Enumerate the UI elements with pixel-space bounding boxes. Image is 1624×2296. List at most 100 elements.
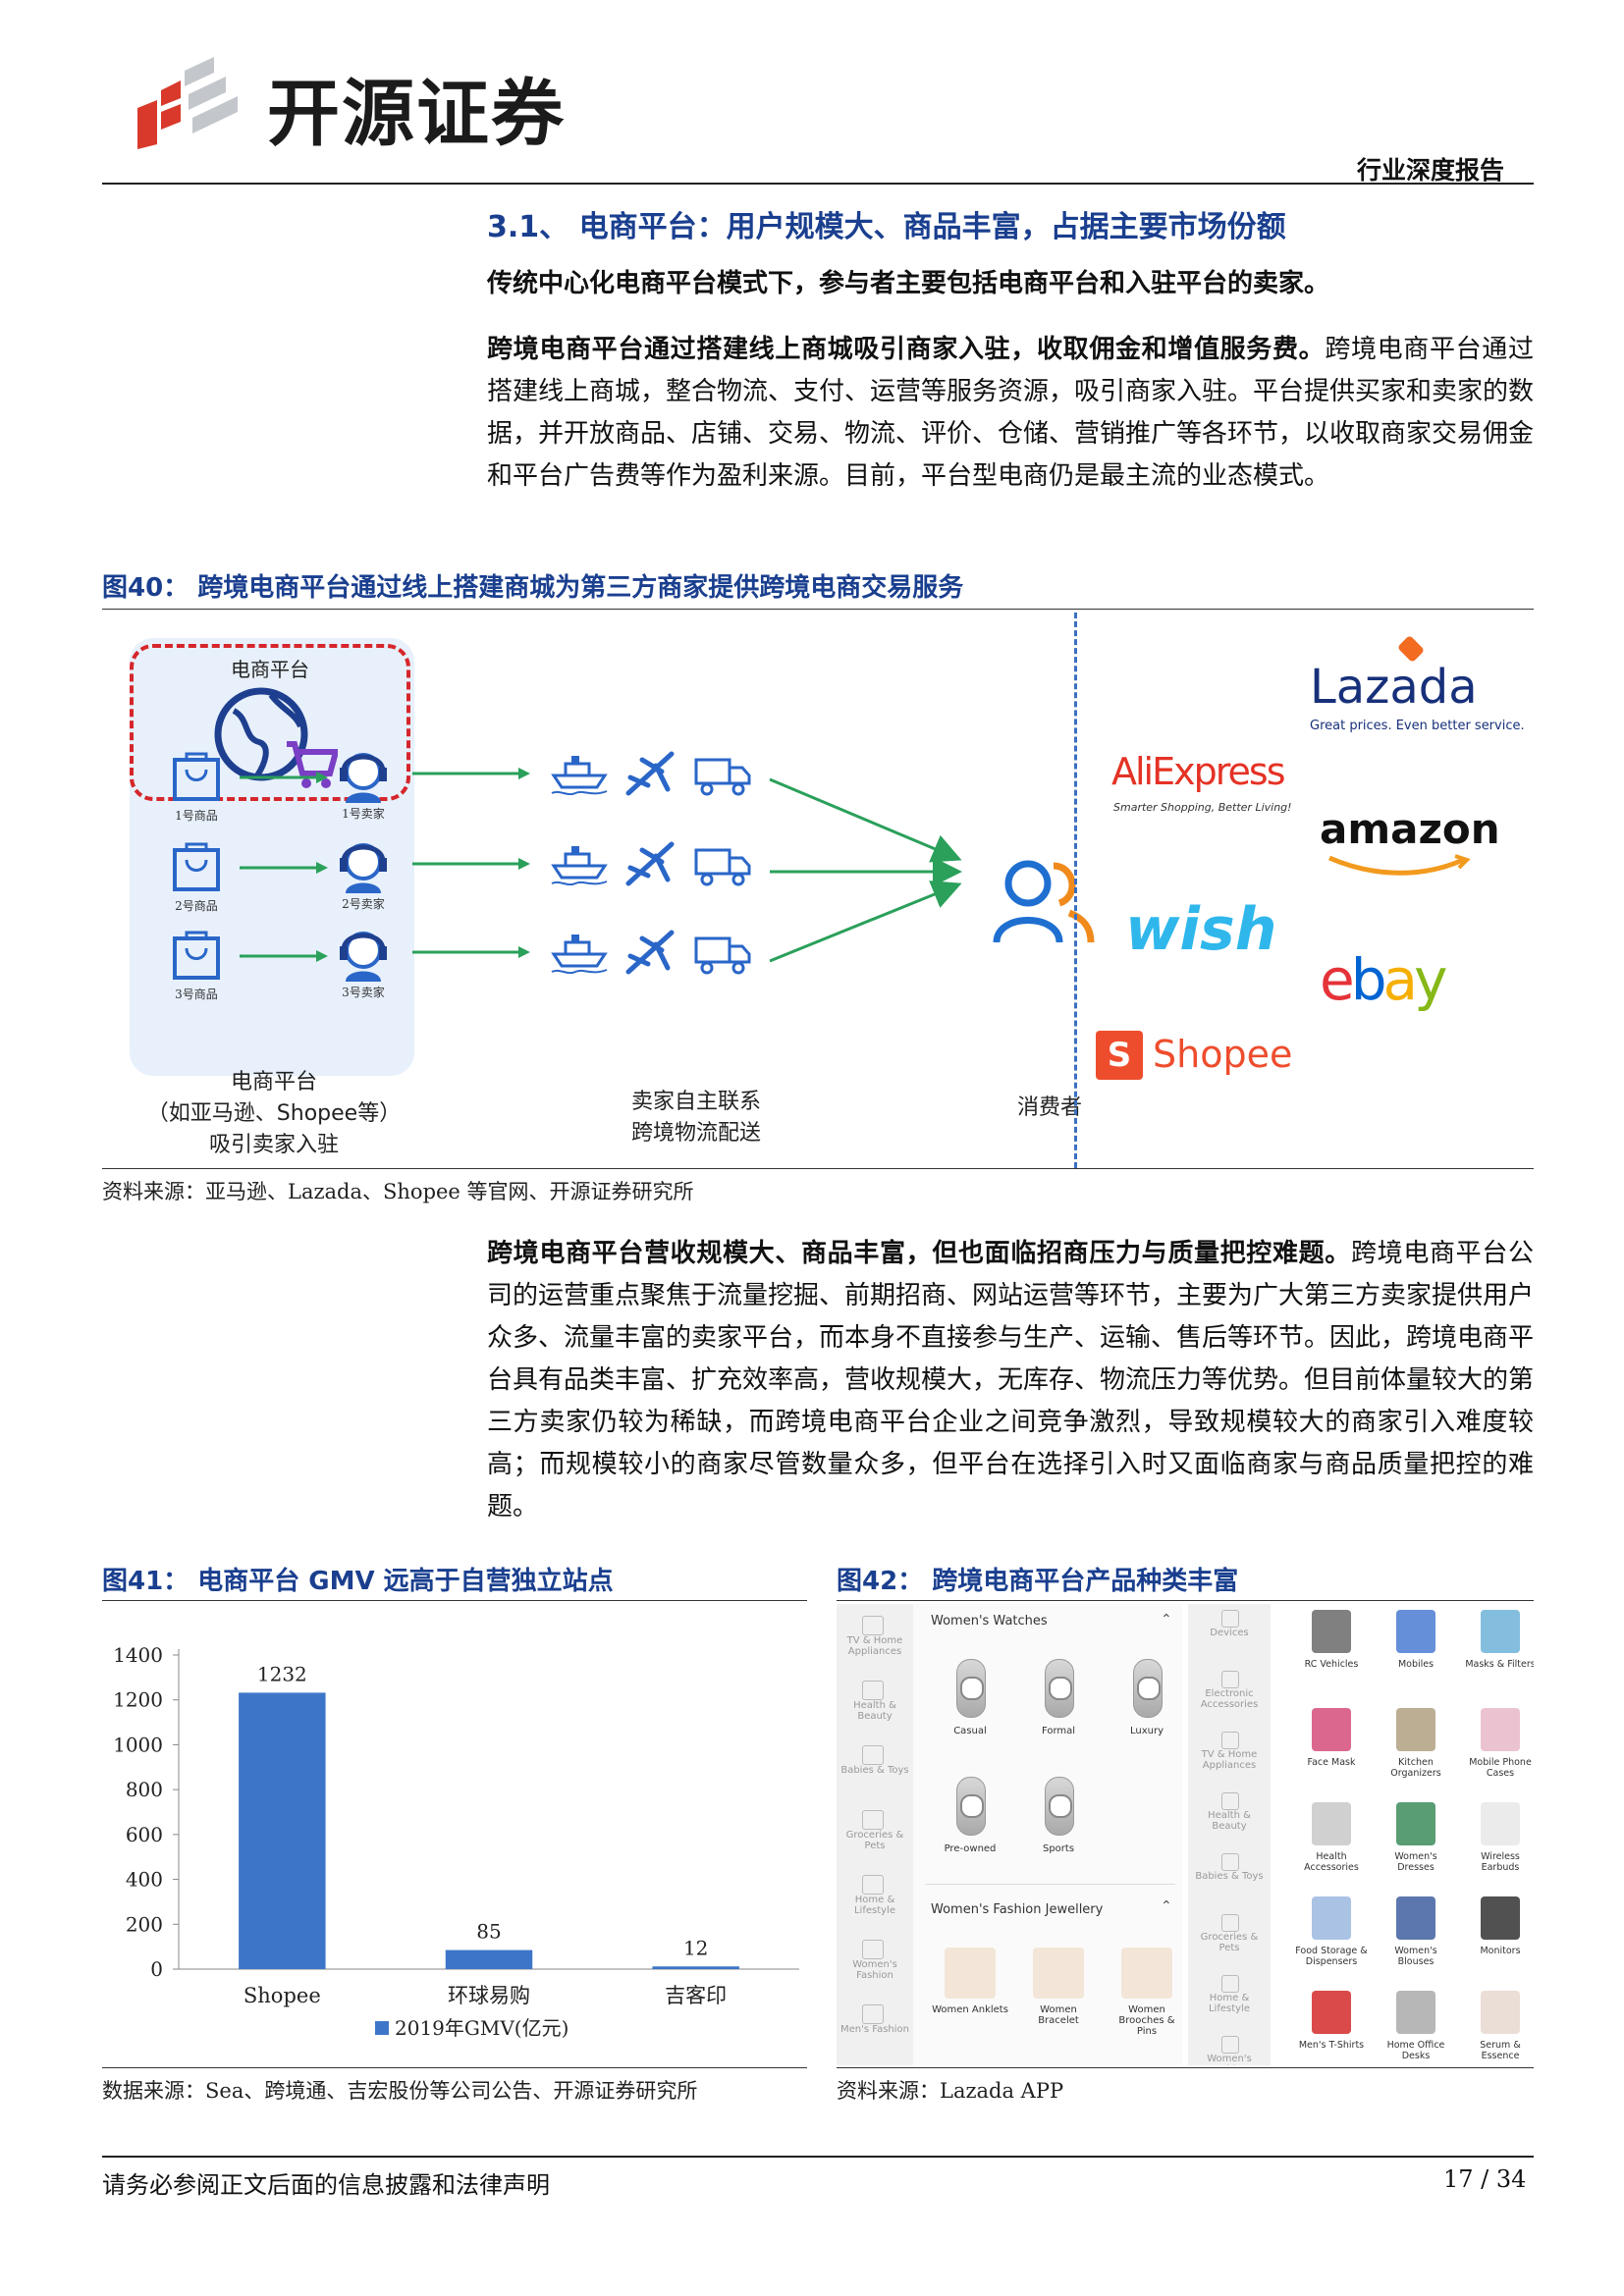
y-tick-label: 1200 <box>113 1688 163 1712</box>
sidebar-category[interactable]: Women's Fashion <box>839 1959 911 1981</box>
product-image[interactable] <box>1396 1896 1435 1940</box>
product-image[interactable] <box>1481 1802 1520 1845</box>
product-label[interactable]: Serum & Essence <box>1461 2040 1534 2061</box>
seller-headset-icon <box>334 925 393 984</box>
fig42-top-rule <box>837 1600 1534 1601</box>
jewel-label[interactable]: Women Anklets <box>931 2004 1009 2015</box>
product-image[interactable] <box>1481 1708 1520 1751</box>
lazada-logo: Lazada Great prices. Even better service… <box>1310 634 1536 738</box>
jewel-image[interactable] <box>1121 1948 1172 1999</box>
product-label[interactable]: Mobile Phone Cases <box>1461 1757 1534 1779</box>
sidebar-category[interactable]: Groceries & Pets <box>839 1830 911 1851</box>
truck-icon <box>693 933 752 976</box>
jewel-label[interactable]: Women Brooches & Pins <box>1108 2004 1186 2037</box>
category-icon <box>862 1681 884 1700</box>
y-tick-label: 200 <box>126 1912 163 1936</box>
product-image[interactable] <box>1481 1991 1520 2034</box>
product-image[interactable] <box>1481 1610 1520 1653</box>
seller-label: 2号卖家 <box>342 897 385 911</box>
sidebar-category[interactable]: Health & Beauty <box>1190 1810 1269 1832</box>
y-tick-label: 600 <box>126 1823 163 1846</box>
sidebar-category[interactable]: Babies & Toys <box>1190 1871 1269 1882</box>
ship-icon <box>550 750 609 796</box>
sidebar-category[interactable]: Home & Lifestyle <box>839 1895 911 1916</box>
truck-icon <box>693 844 752 887</box>
lazada-app-screenshot: TV & Home Appliances Health & Beauty Babie… <box>837 1604 1534 2065</box>
product-image[interactable] <box>1312 1896 1351 1940</box>
consumer-arrows <box>769 777 962 963</box>
watch-label[interactable]: Formal <box>1019 1726 1098 1736</box>
watch-label[interactable]: Luxury <box>1108 1726 1186 1736</box>
brand-divider <box>1074 613 1077 1168</box>
product-image[interactable] <box>1312 1708 1351 1751</box>
aliexpress-logo: AliExpress Smarter Shopping, Better Livi… <box>1111 750 1308 828</box>
cap-logistics-1: 卖家自主联系 <box>630 1090 761 1114</box>
product-label[interactable]: Women's Dresses <box>1377 1851 1455 1873</box>
sidebar-category[interactable]: Babies & Toys <box>839 1765 911 1776</box>
fig40-title: 图40： 跨境电商平台通过线上搭建商城为第三方商家提供跨境电商交易服务 <box>102 573 964 603</box>
aliexpress-tagline: Smarter Shopping, Better Living! <box>1113 801 1292 814</box>
watch-label[interactable]: Sports <box>1019 1843 1098 1854</box>
fig40-top-rule <box>102 609 1534 610</box>
product-label[interactable]: Food Storage & Dispensers <box>1292 1946 1371 1967</box>
bar <box>652 1966 739 1969</box>
paragraph-3-text: 跨境电商平台公司的运营重点聚焦于流量挖掘、前期招商、网站运营等环节，主要为广大第… <box>487 1239 1535 1522</box>
sidebar-category[interactable]: Health & Beauty <box>839 1700 911 1722</box>
product-label[interactable]: RC Vehicles <box>1292 1659 1371 1670</box>
sidebar-category[interactable]: TV & Home Appliances <box>839 1635 911 1657</box>
product-label[interactable]: Monitors <box>1461 1946 1534 1956</box>
product-label[interactable]: Kitchen Organizers <box>1377 1757 1455 1779</box>
category-icon <box>862 2004 884 2024</box>
product-label[interactable]: Health Accessories <box>1292 1851 1371 1873</box>
bar <box>239 1692 326 1969</box>
sidebar-category[interactable]: Devices <box>1190 1628 1269 1638</box>
category-icon <box>862 1810 884 1830</box>
ebay-letter-b: b <box>1350 946 1387 1013</box>
product-label[interactable]: Men's T-Shirts <box>1292 2040 1371 2051</box>
sidebar-category[interactable]: TV & Home Appliances <box>1190 1749 1269 1771</box>
product-image[interactable] <box>1396 1991 1435 2034</box>
collapse-chevron-icon[interactable]: ⌃ <box>1161 1612 1172 1628</box>
product-label[interactable]: Women's Blouses <box>1377 1946 1455 1967</box>
product-label[interactable]: Home Office Desks <box>1377 2040 1455 2061</box>
seller-to-logistics-arrow <box>412 766 530 779</box>
header-rule <box>102 183 1534 185</box>
sidebar-category[interactable]: Electronic Accessories <box>1190 1688 1269 1710</box>
lazada-wordmark: Lazada <box>1310 660 1478 715</box>
watch-label[interactable]: Casual <box>931 1726 1009 1736</box>
amazon-logo: amazon <box>1320 805 1500 883</box>
jewel-label[interactable]: Women Bracelet <box>1019 2004 1098 2026</box>
product-image[interactable] <box>1396 1802 1435 1845</box>
collapse-chevron-icon[interactable]: ⌃ <box>1161 1898 1172 1914</box>
sidebar-category[interactable]: Men's Fashion <box>839 2024 911 2035</box>
truck-icon <box>693 754 752 797</box>
category-icon <box>1221 1610 1239 1628</box>
watch-face-icon <box>1049 1677 1072 1700</box>
category-icon <box>1221 1732 1239 1749</box>
product-image[interactable] <box>1481 1896 1520 1940</box>
product-image[interactable] <box>1312 1991 1351 2034</box>
gmv-bar-chart: 0 200 400 600 800 1000 1200 1400 1232 Shopee 85 环球易… <box>113 1643 799 2040</box>
product-image[interactable] <box>1312 1802 1351 1845</box>
watch-label[interactable]: Pre-owned <box>931 1843 1009 1854</box>
fig42-bottom-rule <box>837 2067 1534 2068</box>
product-image[interactable] <box>1312 1610 1351 1653</box>
product-label[interactable]: Face Mask <box>1292 1757 1371 1768</box>
plane-icon <box>623 840 677 889</box>
sidebar-category[interactable]: Home & Lifestyle <box>1190 1993 1269 2014</box>
page-number: 17 / 34 <box>1443 2165 1527 2193</box>
jewel-image[interactable] <box>945 1948 996 1999</box>
jewel-image[interactable] <box>1033 1948 1084 1999</box>
product-image[interactable] <box>1396 1708 1435 1751</box>
sidebar-category[interactable]: Groceries & Pets <box>1190 1932 1269 1953</box>
fig40-bottom-rule <box>102 1168 1534 1169</box>
platform-label: 电商平台 <box>231 658 309 681</box>
sidebar-category[interactable]: Women's Fashion <box>1190 2054 1269 2065</box>
product-label[interactable]: Wireless Earbuds <box>1461 1851 1534 1873</box>
seller-to-logistics-arrow <box>412 944 530 958</box>
fig41-title: 图41： 电商平台 GMV 远高于自营独立站点 <box>102 1567 614 1596</box>
product-label[interactable]: Masks & Filters <box>1461 1659 1534 1670</box>
product-label[interactable]: Mobiles <box>1377 1659 1455 1670</box>
product-image[interactable] <box>1396 1610 1435 1653</box>
category-icon <box>1221 1853 1239 1871</box>
